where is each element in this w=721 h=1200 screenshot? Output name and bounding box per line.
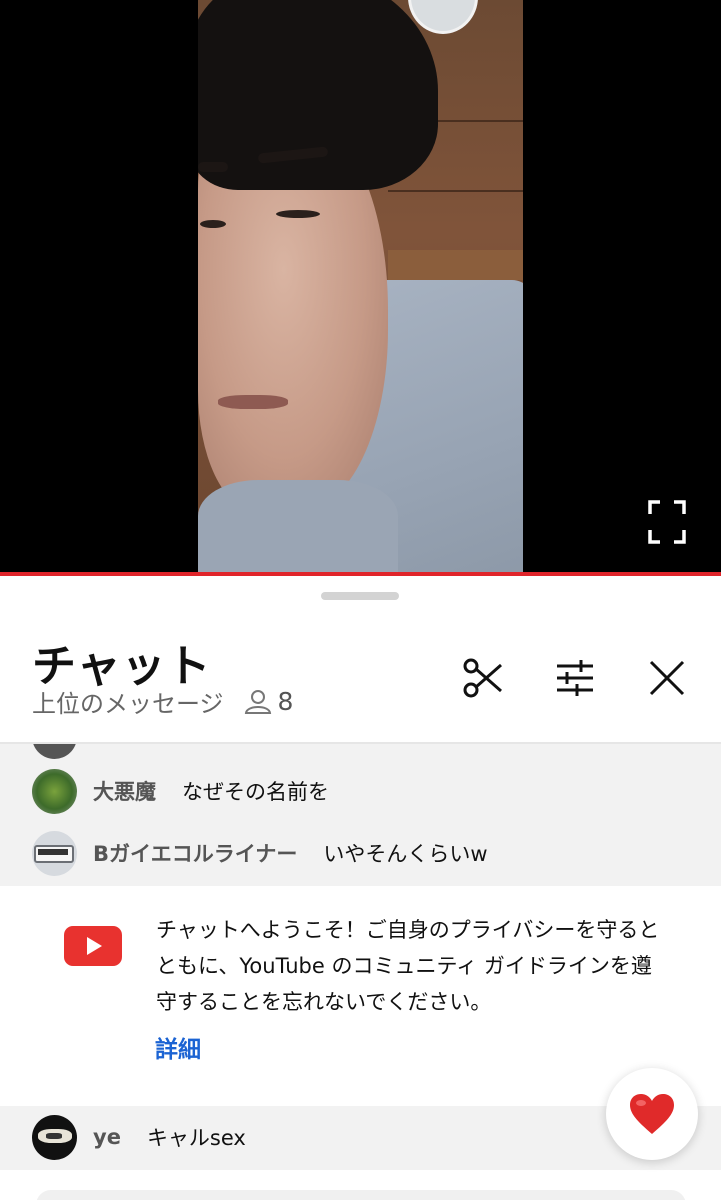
drag-handle[interactable] — [321, 592, 399, 600]
eye — [200, 220, 226, 228]
message-author[interactable]: ye — [93, 1125, 121, 1149]
chat-message[interactable]: Bガイエコルライナー いやそんくらいw — [32, 830, 488, 876]
eye — [276, 210, 320, 218]
heart-icon — [630, 1094, 674, 1134]
chat-messages[interactable]: 大悪魔 なぜその名前を Bガイエコルライナー いやそんくらいw — [0, 744, 721, 886]
mouth — [218, 395, 288, 409]
message-text: キャルsex — [146, 1126, 246, 1150]
video-frame — [198, 0, 523, 573]
welcome-notice: チャットへようこそ！ご自身のプライバシーを守るとともに、YouTube のコミュ… — [0, 886, 721, 1106]
chat-mode-label: 上位のメッセージ — [32, 690, 224, 718]
avatar — [32, 768, 77, 814]
message-author[interactable]: Bガイエコルライナー — [93, 838, 297, 868]
viewer-count: 8 — [277, 687, 294, 716]
message-text: いやそんくらいw — [323, 842, 488, 866]
wall-line — [388, 190, 523, 192]
collar — [198, 480, 398, 573]
close-icon[interactable] — [645, 656, 689, 700]
welcome-text: チャットへようこそ！ご自身のプライバシーを守るとともに、YouTube のコミュ… — [156, 918, 660, 1014]
person-icon — [244, 689, 272, 715]
avatar — [32, 830, 77, 876]
fullscreen-icon[interactable] — [648, 500, 686, 544]
details-link[interactable]: 詳細 — [155, 1030, 201, 1064]
chat-mode-selector[interactable]: 上位のメッセージ 8 — [32, 684, 293, 719]
hair — [198, 0, 438, 190]
scissors-icon[interactable] — [461, 656, 505, 700]
heart-reaction-button[interactable] — [606, 1068, 698, 1160]
shelf — [388, 250, 523, 280]
avatar — [32, 1114, 77, 1160]
message-author[interactable]: 大悪魔 — [93, 776, 156, 806]
chat-message[interactable]: ye キャルsex — [32, 1114, 246, 1160]
avatar — [32, 744, 77, 759]
tune-sliders-icon[interactable] — [553, 656, 597, 700]
eyebrow — [198, 162, 228, 172]
chat-input-field[interactable] — [36, 1190, 686, 1200]
message-text: なぜその名前を — [182, 780, 329, 804]
chat-message[interactable]: 大悪魔 なぜその名前を — [32, 768, 329, 814]
youtube-logo-icon — [64, 926, 122, 966]
video-player[interactable] — [0, 0, 721, 575]
